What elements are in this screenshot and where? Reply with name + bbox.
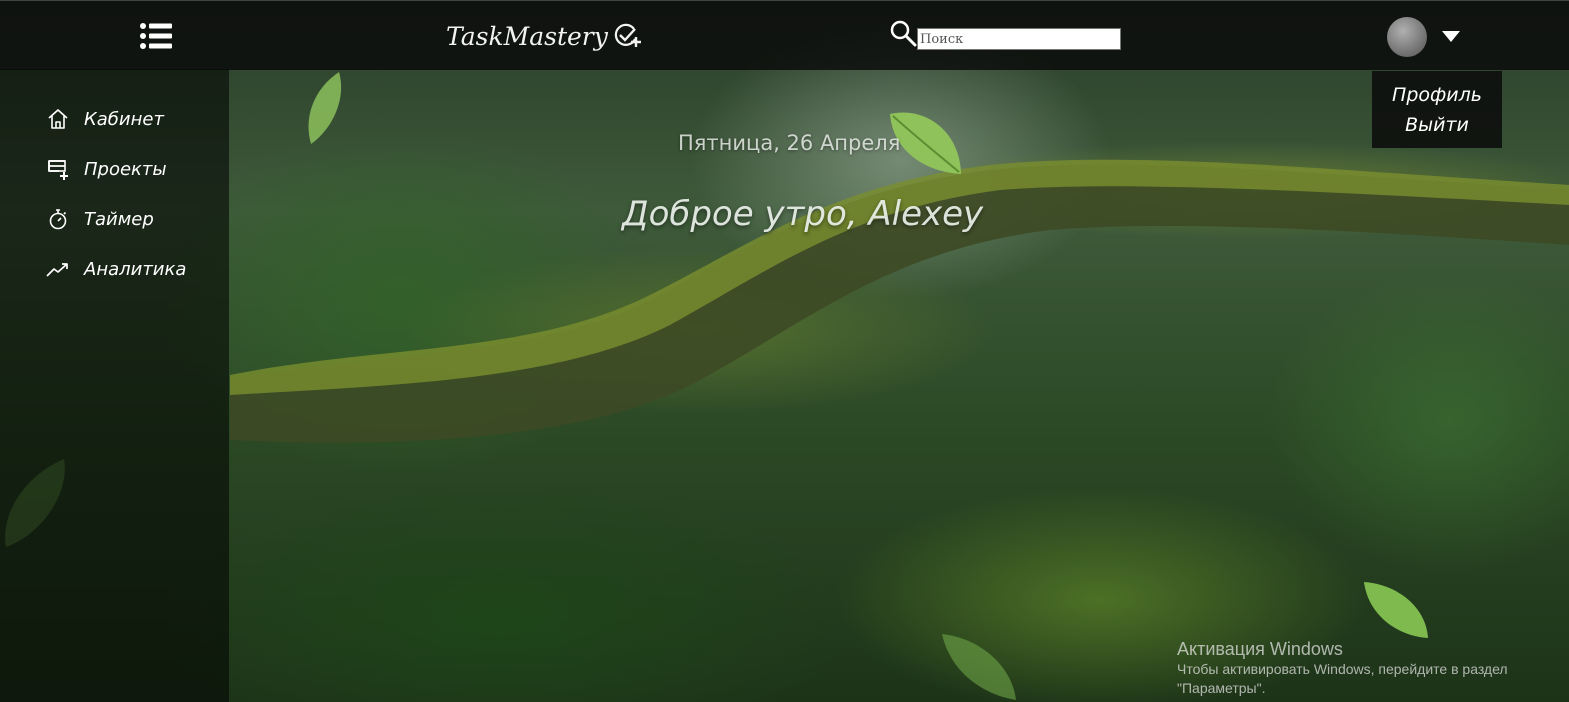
menu-list-icon[interactable] xyxy=(140,23,172,49)
sidebar-item-label: Аналитика xyxy=(84,258,187,280)
stopwatch-icon xyxy=(49,209,67,230)
chevron-down-icon[interactable] xyxy=(1442,31,1460,42)
sidebar-item-label: Таймер xyxy=(84,208,154,230)
leaf-decoration xyxy=(942,634,1016,700)
menu-item-profile[interactable]: Профиль xyxy=(1392,82,1482,108)
user-dropdown-menu: Профиль Выйти xyxy=(1372,71,1502,148)
search-icon[interactable] xyxy=(889,19,917,47)
task-check-add-icon xyxy=(614,23,641,47)
projects-icon xyxy=(48,160,68,180)
home-icon xyxy=(48,109,68,129)
top-bar: TaskMastery xyxy=(0,0,1569,70)
sidebar-item-label: Кабинет xyxy=(84,108,164,130)
current-date: Пятница, 26 Апреля xyxy=(678,131,901,155)
avatar[interactable] xyxy=(1387,17,1427,57)
trend-up-icon xyxy=(46,263,68,277)
sidebar-item-timer[interactable]: Таймер xyxy=(46,206,154,232)
sidebar-item-label: Проекты xyxy=(84,158,167,180)
leaf-decoration xyxy=(1364,582,1428,638)
brand-logo[interactable]: TaskMastery xyxy=(446,19,642,53)
forest-background xyxy=(0,0,1569,702)
search-input[interactable] xyxy=(917,28,1121,50)
sidebar: Кабинет Проекты Таймер Аналитика xyxy=(0,69,229,702)
leaf-decoration xyxy=(308,72,342,144)
menu-item-logout[interactable]: Выйти xyxy=(1405,112,1469,138)
sidebar-item-projects[interactable]: Проекты xyxy=(46,156,167,182)
sidebar-item-cabinet[interactable]: Кабинет xyxy=(46,106,164,132)
activation-title: Активация Windows xyxy=(1177,639,1343,659)
activation-text: Чтобы активировать Windows, перейдите в … xyxy=(1177,661,1508,696)
windows-activation-watermark: Активация Windows Чтобы активировать Win… xyxy=(1177,638,1547,698)
sidebar-item-analytics[interactable]: Аналитика xyxy=(46,256,186,282)
greeting-title: Доброе утро, Alexey xyxy=(622,194,984,234)
search-bar xyxy=(889,19,1121,50)
brand-name: TaskMastery xyxy=(446,21,608,51)
